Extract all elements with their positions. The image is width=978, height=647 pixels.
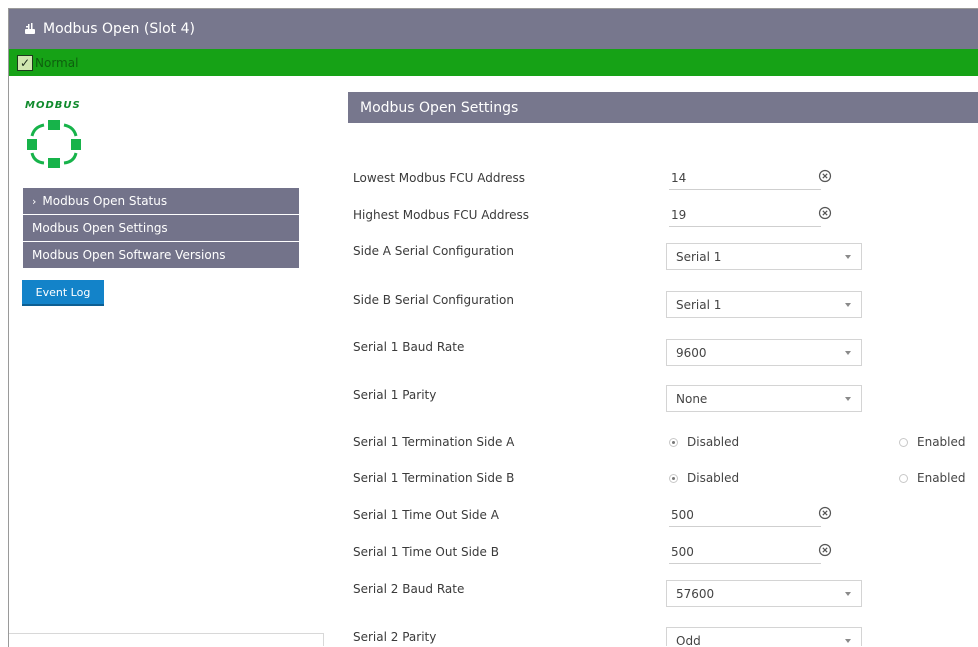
radio-label: Disabled: [687, 435, 740, 449]
serial2-parity-select[interactable]: Odd: [666, 627, 862, 646]
side-b-serial-config-select[interactable]: Serial 1: [666, 291, 862, 318]
serial1-parity-select[interactable]: None: [666, 385, 862, 412]
lowest-fcu-address-input[interactable]: [669, 167, 821, 190]
field-label: Serial 2 Parity: [353, 630, 437, 644]
radio-selected-icon: [669, 473, 678, 483]
divider: [9, 633, 323, 634]
field-label: Serial 1 Termination Side A: [353, 435, 515, 449]
chevron-down-icon: [845, 255, 851, 259]
modbus-logo-icon: [27, 120, 81, 168]
row-serial1-termination-b: Serial 1 Termination Side B Disabled Ena…: [353, 465, 978, 493]
row-side-b-serial-config: Side B Serial Configuration Serial 1: [353, 287, 978, 318]
chevron-right-icon: ›: [32, 194, 37, 208]
row-serial1-timeout-a: Serial 1 Time Out Side A: [353, 502, 978, 530]
row-serial1-parity: Serial 1 Parity None: [353, 382, 978, 412]
serial1-baud-rate-select[interactable]: 9600: [666, 339, 862, 366]
chevron-down-icon: [845, 639, 851, 643]
field-label: Serial 1 Parity: [353, 388, 437, 402]
sidebar-nav: › Modbus Open Status Modbus Open Setting…: [23, 188, 299, 269]
sidebar-item-modbus-open-software-versions[interactable]: Modbus Open Software Versions: [23, 242, 299, 268]
row-serial1-timeout-b: Serial 1 Time Out Side B: [353, 539, 978, 567]
sidebar-item-label: Modbus Open Software Versions: [32, 248, 226, 262]
divider: [323, 633, 324, 646]
highest-fcu-address-input[interactable]: [669, 204, 821, 227]
field-label: Serial 1 Time Out Side A: [353, 508, 499, 522]
select-value: Serial 1: [676, 249, 722, 264]
field-label: Side B Serial Configuration: [353, 293, 514, 307]
serial1-timeout-b-input[interactable]: [669, 541, 821, 564]
sidebar-item-modbus-open-settings[interactable]: Modbus Open Settings: [23, 215, 299, 241]
field-label: Highest Modbus FCU Address: [353, 208, 530, 222]
serial1-termination-a-disabled-radio[interactable]: Disabled: [669, 435, 739, 449]
radio-selected-icon: [669, 437, 678, 447]
select-value: Serial 1: [676, 297, 722, 312]
serial1-termination-b-disabled-radio[interactable]: Disabled: [669, 471, 739, 485]
serial1-timeout-a-input[interactable]: [669, 504, 821, 527]
row-serial2-parity: Serial 2 Parity Odd: [353, 624, 978, 646]
window-titlebar: Modbus Open (Slot 4): [9, 9, 978, 49]
status-text: Normal: [35, 55, 79, 70]
event-log-button[interactable]: Event Log: [22, 280, 104, 306]
field-label: Lowest Modbus FCU Address: [353, 171, 526, 185]
sidebar-item-label: Modbus Open Status: [42, 194, 168, 208]
sidebar-item-modbus-open-status[interactable]: › Modbus Open Status: [23, 188, 299, 214]
select-value: Odd: [676, 633, 701, 647]
row-lowest-fcu-address: Lowest Modbus FCU Address: [353, 165, 978, 193]
serial2-baud-rate-select[interactable]: 57600: [666, 580, 862, 607]
clear-icon[interactable]: [818, 506, 832, 520]
clear-icon[interactable]: [818, 206, 832, 220]
row-highest-fcu-address: Highest Modbus FCU Address: [353, 202, 978, 230]
field-label: Serial 1 Termination Side B: [353, 471, 515, 485]
radio-unselected-icon: [899, 473, 908, 483]
radio-label: Enabled: [917, 471, 966, 485]
sidebar-item-label: Modbus Open Settings: [32, 221, 168, 235]
side-a-serial-config-select[interactable]: Serial 1: [666, 243, 862, 270]
row-side-a-serial-config: Side A Serial Configuration Serial 1: [353, 238, 978, 270]
select-value: 57600: [676, 586, 715, 601]
clear-icon[interactable]: [818, 169, 832, 183]
radio-label: Enabled: [917, 435, 966, 449]
status-checkbox: ✓: [17, 54, 33, 71]
select-value: None: [676, 391, 708, 406]
status-bar: ✓ Normal: [9, 49, 978, 76]
field-label: Serial 1 Time Out Side B: [353, 545, 499, 559]
row-serial1-baud-rate: Serial 1 Baud Rate 9600: [353, 334, 978, 366]
chevron-down-icon: [845, 351, 851, 355]
chevron-down-icon: [845, 303, 851, 307]
section-title: Modbus Open Settings: [348, 92, 978, 123]
chevron-down-icon: [845, 592, 851, 596]
radio-unselected-icon: [899, 437, 908, 447]
serial1-termination-b-enabled-radio[interactable]: Enabled: [899, 471, 966, 485]
select-value: 9600: [676, 345, 707, 360]
clear-icon[interactable]: [818, 543, 832, 557]
field-label: Serial 2 Baud Rate: [353, 582, 465, 596]
chevron-down-icon: [845, 397, 851, 401]
window-title: Modbus Open (Slot 4): [43, 21, 195, 37]
row-serial2-baud-rate: Serial 2 Baud Rate 57600: [353, 576, 978, 607]
plug-icon: [23, 22, 37, 36]
field-label: Serial 1 Baud Rate: [353, 340, 465, 354]
radio-label: Disabled: [687, 471, 740, 485]
serial1-termination-a-enabled-radio[interactable]: Enabled: [899, 435, 966, 449]
row-serial1-termination-a: Serial 1 Termination Side A Disabled Ena…: [353, 429, 978, 457]
modbus-logo-text: MODBUS: [25, 100, 81, 111]
field-label: Side A Serial Configuration: [353, 244, 514, 258]
